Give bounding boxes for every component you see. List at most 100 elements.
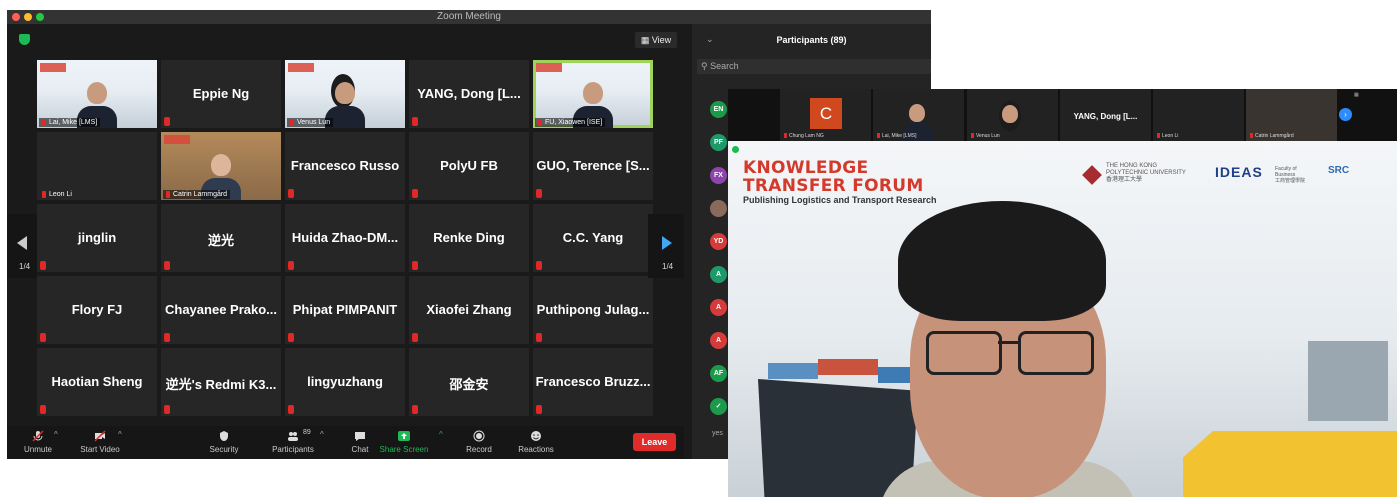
participants-caret-icon[interactable]: ^ [320,430,324,439]
muted-microphone-icon [288,333,294,342]
participant-avatar[interactable]: FX [710,167,727,184]
security-label: Security [209,445,239,454]
strip-tile[interactable]: Leon Li [1153,89,1244,141]
view-button[interactable]: ▦ View [635,32,677,48]
participant-tile[interactable]: Flory FJ [37,276,157,344]
participant-avatar[interactable]: PF [710,134,727,151]
participant-tile[interactable]: 逆光's Redmi K3... [161,348,281,416]
security-shield-icon [220,431,228,441]
zoom-speaker-window: C Chung Lam NG Lai, Mike [LMS] Venus Lun … [728,89,1397,497]
participant-tile[interactable]: Huida Zhao-DM... [285,204,405,272]
participant-search-input[interactable]: ⚲ Search [697,59,931,74]
checkmark-icon[interactable]: ✓ [710,398,727,415]
participant-face [583,82,603,104]
strip-tile[interactable]: Venus Lun [967,89,1058,141]
prev-page-button[interactable]: 1/4 [7,214,37,278]
muted-microphone-icon [536,261,542,270]
participant-name: Flory FJ [71,302,123,317]
muted-microphone-icon [288,261,294,270]
forum-subtitle: Publishing Logistics and Transport Resea… [743,195,937,205]
encryption-shield-icon[interactable] [19,34,30,45]
participant-face [211,154,231,176]
participant-tile[interactable]: Francesco Bruzz... [533,348,653,416]
strip-tile[interactable]: YANG, Dong [L... [1060,89,1151,141]
glasses-lens-right [1018,331,1094,375]
participant-tile[interactable]: Haotian Sheng [37,348,157,416]
participant-name: Eppie Ng [192,86,250,101]
participant-tile[interactable]: Francesco Russo [285,132,405,200]
event-banner [288,63,314,72]
participant-avatar[interactable]: A [710,332,727,349]
participant-avatar[interactable]: A [710,299,727,316]
participant-name: Catrin Lammgård [163,190,231,199]
participant-tile[interactable]: YANG, Dong [L... [409,60,529,128]
participant-tile[interactable]: Chayanee Prako... [161,276,281,344]
participant-name: 逆光's Redmi K3... [165,377,277,392]
share-screen-icon [398,431,410,441]
participant-name: Haotian Sheng [51,374,143,389]
participant-face [1002,105,1018,123]
participant-avatar[interactable]: A [710,266,727,283]
leave-meeting-button[interactable]: Leave [633,433,676,451]
participant-tile[interactable]: jinglin [37,204,157,272]
strip-tile[interactable]: Catrin Lammgård [1246,89,1337,141]
strip-next-button[interactable]: › [1339,108,1352,121]
participant-avatar[interactable] [710,200,727,217]
strip-tile[interactable]: Lai, Mike [LMS] [873,89,964,141]
record-button[interactable]: Record [459,426,499,459]
video-options-caret-icon[interactable]: ^ [118,430,122,439]
share-screen-label: Share Screen [379,445,429,454]
participant-name: Puthipong Julag... [536,302,650,317]
participant-tile[interactable]: lingyuzhang [285,348,405,416]
muted-microphone-icon [412,189,418,198]
participant-avatar[interactable]: YD [710,233,727,250]
participant-tile[interactable]: Xiaofei Zhang [409,276,529,344]
container-stack [768,363,818,379]
participant-face [335,82,355,104]
polyu-name-line1: THE HONG KONG [1106,163,1158,169]
share-screen-button[interactable]: Share Screen [377,426,431,459]
strip-options-icon[interactable]: ▦ [1354,92,1359,98]
encryption-shield-icon[interactable] [732,146,739,153]
participants-button[interactable]: Participants [265,426,321,459]
participant-tile[interactable]: Lai, Mike [LMS] [37,60,157,128]
muted-microphone-icon [288,405,294,414]
participant-tile[interactable]: Venus Lun [285,60,405,128]
glasses-bridge [998,341,1020,344]
strip-tile-name: Venus Lun [971,133,1000,139]
participant-tile[interactable]: FU, Xiaowen [ISE] [533,60,653,128]
security-button[interactable]: Security [203,426,245,459]
participant-name: Francesco Bruzz... [535,374,651,389]
participant-tile[interactable]: Eppie Ng [161,60,281,128]
participant-name: GUO, Terence [S... [536,158,650,173]
participant-tile[interactable]: C.C. Yang [533,204,653,272]
participant-name: Leon Li [39,190,75,199]
muted-microphone-icon [40,261,46,270]
participant-name: Phipat PIMPANIT [292,302,398,317]
participant-avatar[interactable]: AF [710,365,727,382]
start-video-label: Start Video [80,445,120,454]
participant-tile[interactable]: 逆光 [161,204,281,272]
reactions-button[interactable]: Reactions [513,426,559,459]
participant-avatar[interactable]: EN [710,101,727,118]
container-stack [818,359,878,375]
next-page-button[interactable]: 1/4 [648,214,684,278]
page-indicator-left: 1/4 [19,262,31,271]
participant-tile[interactable]: PolyU FB [409,132,529,200]
participant-tile[interactable]: Phipat PIMPANIT [285,276,405,344]
share-options-caret-icon[interactable]: ^ [439,430,443,439]
participant-tile[interactable]: GUO, Terence [S... [533,132,653,200]
participant-tile[interactable]: Catrin Lammgård [161,132,281,200]
participant-tile[interactable]: Renke Ding [409,204,529,272]
window-title: Zoom Meeting [437,11,501,22]
unmute-button[interactable]: Unmute [17,426,59,459]
audio-options-caret-icon[interactable]: ^ [54,430,58,439]
strip-tile[interactable]: C Chung Lam NG [780,89,871,141]
muted-microphone-icon [164,405,170,414]
participant-tile[interactable]: Puthipong Julag... [533,276,653,344]
participant-tile[interactable]: 邵金安 [409,348,529,416]
participant-tile[interactable]: Leon Li [37,132,157,200]
muted-microphone-icon [40,405,46,414]
grid-icon: ▦ [640,35,652,45]
chat-button[interactable]: Chat [343,426,377,459]
